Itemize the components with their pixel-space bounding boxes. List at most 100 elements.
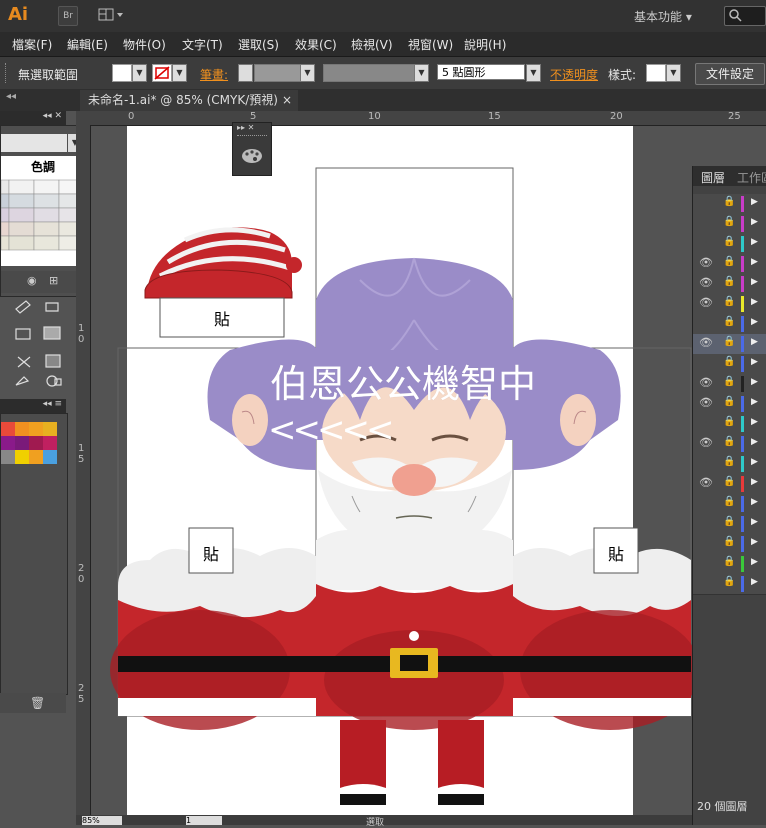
lock-icon[interactable]: 🔒 <box>723 536 735 547</box>
expand-triangle-icon[interactable]: ▶ <box>751 537 758 547</box>
tab-artboards[interactable]: 工作區 <box>737 169 766 186</box>
layer-row[interactable]: 👁 🔒 ▶ <box>693 294 766 315</box>
layer-row[interactable]: 🔒 ▶ <box>693 554 766 575</box>
expand-triangle-icon[interactable]: ▶ <box>751 257 758 267</box>
lock-icon[interactable]: 🔒 <box>723 396 735 407</box>
lock-icon[interactable]: 🔒 <box>723 516 735 527</box>
expand-triangle-icon[interactable]: ▶ <box>751 197 758 207</box>
visibility-eye-icon[interactable]: 👁 <box>699 336 713 350</box>
lock-icon[interactable]: 🔒 <box>723 336 735 347</box>
layers-panel: 圖層 工作區 🔒▶🔒▶🔒▶👁🔒▶👁🔒▶👁🔒▶🔒▶👁🔒▶🔒▶👁🔒▶👁🔒▶🔒▶👁🔒▶… <box>692 166 766 825</box>
visibility-eye-icon[interactable] <box>699 356 713 370</box>
lock-icon[interactable]: 🔒 <box>723 496 735 507</box>
expand-triangle-icon[interactable]: ▶ <box>751 237 758 247</box>
layer-row[interactable]: 👁 🔒 ▶ <box>693 434 766 455</box>
lock-icon[interactable]: 🔒 <box>723 276 735 287</box>
layer-row[interactable]: 👁 🔒 ▶ <box>693 254 766 275</box>
artboard-number-field[interactable]: 1 <box>186 816 222 825</box>
grip-handle[interactable] <box>237 135 267 139</box>
paste-label-right[interactable]: 貼 <box>594 541 638 565</box>
layer-color-indicator <box>741 376 744 392</box>
layer-row[interactable]: 🔒 ▶ <box>693 534 766 555</box>
lock-icon[interactable]: 🔒 <box>723 416 735 427</box>
expand-icon[interactable]: ▸▸ ✕ <box>237 123 254 132</box>
lock-icon[interactable]: 🔒 <box>723 356 735 367</box>
layer-row[interactable]: 👁 🔒 ▶ <box>693 274 766 295</box>
palette-icon[interactable] <box>241 147 263 165</box>
layer-color-indicator <box>741 216 744 232</box>
visibility-eye-icon[interactable] <box>699 216 713 230</box>
expand-triangle-icon[interactable]: ▶ <box>751 477 758 487</box>
zoom-field[interactable]: 85% <box>82 816 122 825</box>
visibility-eye-icon[interactable] <box>699 456 713 470</box>
visibility-eye-icon[interactable]: 👁 <box>699 276 713 290</box>
visibility-eye-icon[interactable] <box>699 556 713 570</box>
expand-triangle-icon[interactable]: ▶ <box>751 397 758 407</box>
visibility-eye-icon[interactable]: 👁 <box>699 256 713 270</box>
expand-triangle-icon[interactable]: ▶ <box>751 457 758 467</box>
expand-triangle-icon[interactable]: ▶ <box>751 437 758 447</box>
layer-color-indicator <box>741 556 744 572</box>
visibility-eye-icon[interactable] <box>699 236 713 250</box>
lock-icon[interactable]: 🔒 <box>723 296 735 307</box>
layer-row[interactable]: 🔒 ▶ <box>693 194 766 215</box>
layer-row[interactable]: 🔒 ▶ <box>693 234 766 255</box>
expand-triangle-icon[interactable]: ▶ <box>751 557 758 567</box>
current-tool-status[interactable]: 選取 <box>366 815 384 828</box>
lock-icon[interactable]: 🔒 <box>723 476 735 487</box>
lock-icon[interactable]: 🔒 <box>723 576 735 587</box>
layer-color-indicator <box>741 516 744 532</box>
lock-icon[interactable]: 🔒 <box>723 316 735 327</box>
expand-triangle-icon[interactable]: ▶ <box>751 497 758 507</box>
visibility-eye-icon[interactable]: 👁 <box>699 396 713 410</box>
layer-row[interactable]: 🔒 ▶ <box>693 314 766 335</box>
lock-icon[interactable]: 🔒 <box>723 256 735 267</box>
layer-row[interactable]: 👁 🔒 ▶ <box>693 334 766 355</box>
layer-color-indicator <box>741 256 744 272</box>
expand-triangle-icon[interactable]: ▶ <box>751 577 758 587</box>
layer-row[interactable]: 👁 🔒 ▶ <box>693 374 766 395</box>
layer-row[interactable]: 🔒 ▶ <box>693 354 766 375</box>
paste-label-left[interactable]: 貼 <box>189 541 233 565</box>
expand-triangle-icon[interactable]: ▶ <box>751 317 758 327</box>
layer-row[interactable]: 🔒 ▶ <box>693 214 766 235</box>
lock-icon[interactable]: 🔒 <box>723 456 735 467</box>
expand-triangle-icon[interactable]: ▶ <box>751 277 758 287</box>
layer-color-indicator <box>741 576 744 592</box>
visibility-eye-icon[interactable]: 👁 <box>699 436 713 450</box>
visibility-eye-icon[interactable]: 👁 <box>699 376 713 390</box>
visibility-eye-icon[interactable]: 👁 <box>699 296 713 310</box>
visibility-eye-icon[interactable] <box>699 496 713 510</box>
layer-row[interactable]: 🔒 ▶ <box>693 514 766 535</box>
lock-icon[interactable]: 🔒 <box>723 436 735 447</box>
lock-icon[interactable]: 🔒 <box>723 376 735 387</box>
layer-row[interactable]: 🔒 ▶ <box>693 574 766 595</box>
visibility-eye-icon[interactable] <box>699 536 713 550</box>
lock-icon[interactable]: 🔒 <box>723 556 735 567</box>
layer-row[interactable]: 👁 🔒 ▶ <box>693 474 766 495</box>
layer-row[interactable]: 🔒 ▶ <box>693 454 766 475</box>
lock-icon[interactable]: 🔒 <box>723 196 735 207</box>
layer-row[interactable]: 🔒 ▶ <box>693 494 766 515</box>
visibility-eye-icon[interactable] <box>699 416 713 430</box>
expand-triangle-icon[interactable]: ▶ <box>751 357 758 367</box>
lock-icon[interactable]: 🔒 <box>723 216 735 227</box>
title-text[interactable]: 伯恩公公機智中 <box>270 353 570 408</box>
visibility-eye-icon[interactable] <box>699 316 713 330</box>
lock-icon[interactable]: 🔒 <box>723 236 735 247</box>
visibility-eye-icon[interactable] <box>699 576 713 590</box>
expand-triangle-icon[interactable]: ▶ <box>751 337 758 347</box>
expand-triangle-icon[interactable]: ▶ <box>751 217 758 227</box>
expand-triangle-icon[interactable]: ▶ <box>751 517 758 527</box>
visibility-eye-icon[interactable]: 👁 <box>699 476 713 490</box>
layer-row[interactable]: 👁 🔒 ▶ <box>693 394 766 415</box>
expand-triangle-icon[interactable]: ▶ <box>751 377 758 387</box>
expand-triangle-icon[interactable]: ▶ <box>751 297 758 307</box>
paste-label-hat[interactable]: 貼 <box>160 306 284 330</box>
layer-row[interactable]: 🔒 ▶ <box>693 414 766 435</box>
tab-layers[interactable]: 圖層 <box>701 169 725 186</box>
expand-triangle-icon[interactable]: ▶ <box>751 417 758 427</box>
arrows-text[interactable]: <<<<< <box>268 410 394 450</box>
visibility-eye-icon[interactable] <box>699 516 713 530</box>
visibility-eye-icon[interactable] <box>699 196 713 210</box>
